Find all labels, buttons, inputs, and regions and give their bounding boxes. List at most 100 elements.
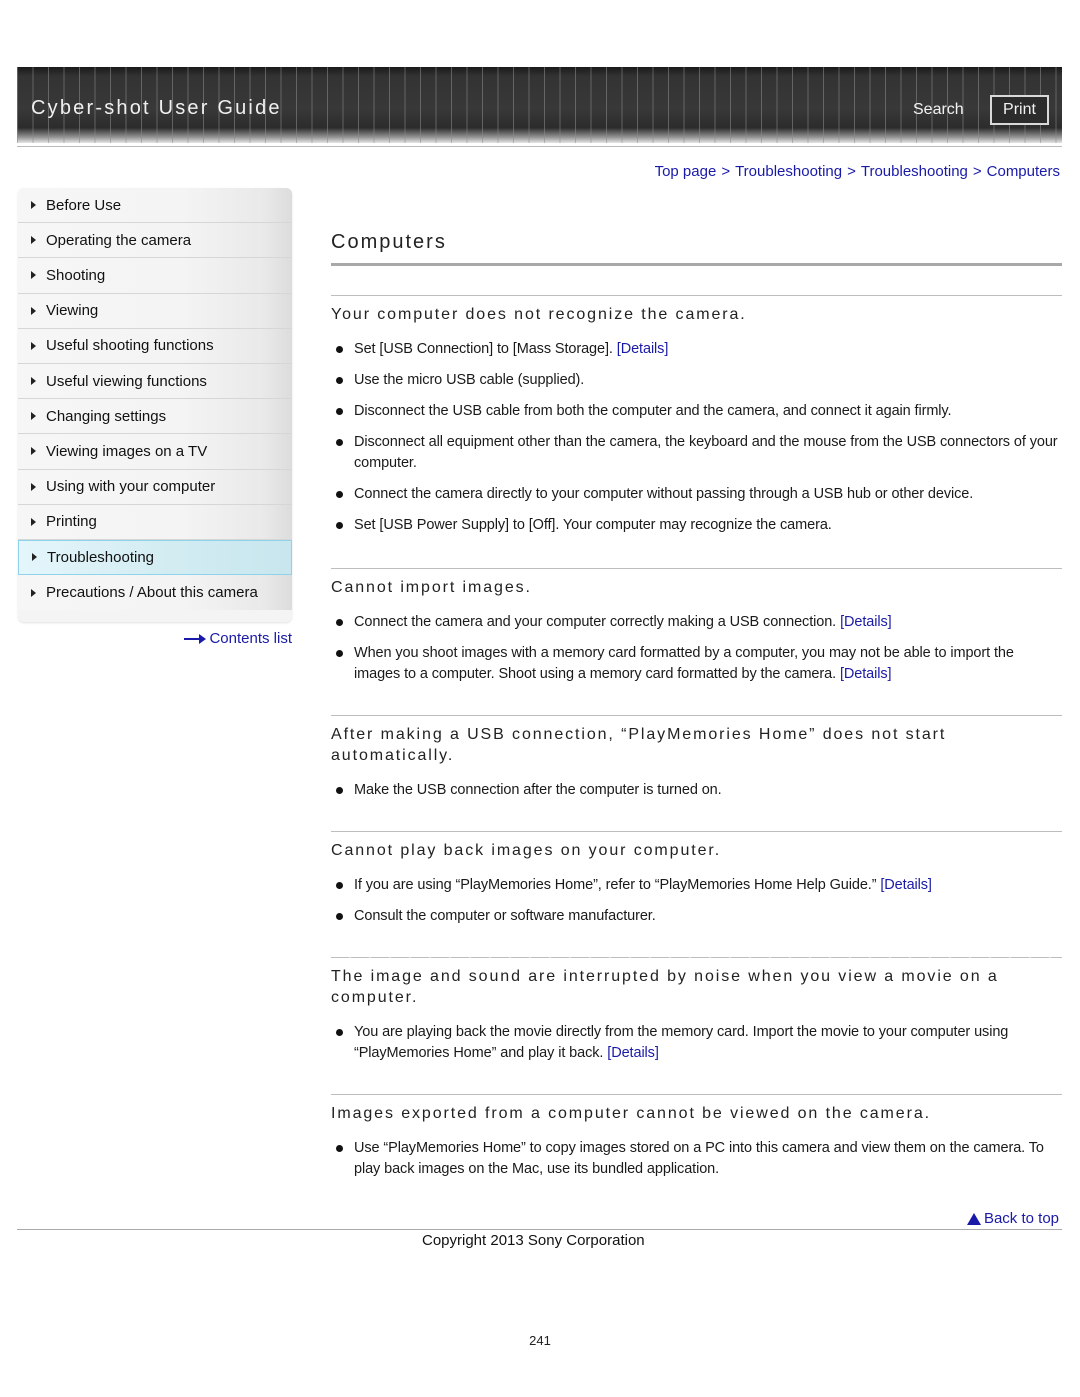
sidebar-item-shooting[interactable]: Shooting (18, 258, 292, 294)
arrow-right-icon (31, 341, 36, 350)
breadcrumb-computers[interactable]: Computers (987, 163, 1060, 180)
arrow-right-icon (184, 633, 207, 644)
list-item: If you are using “PlayMemories Home”, re… (331, 875, 1062, 896)
list-item: Use the micro USB cable (supplied). (331, 370, 1062, 391)
list-item: Connect the camera and your computer cor… (331, 612, 1062, 633)
breadcrumb-separator: > (972, 163, 982, 180)
search-button[interactable]: Search (913, 101, 964, 119)
arrow-right-icon (31, 482, 36, 491)
footer-divider (17, 1229, 1062, 1230)
arrow-right-icon (31, 412, 36, 421)
breadcrumb-separator: > (721, 163, 731, 180)
list-item-text: Connect the camera directly to your comp… (354, 486, 974, 502)
details-link[interactable]: [Details] (840, 614, 892, 630)
header-banner: Cyber-shot User Guide Search Print (17, 67, 1062, 143)
contents-list-label: Contents list (209, 630, 292, 647)
bullet-list: If you are using “PlayMemories Home”, re… (331, 875, 1062, 927)
sidebar-item-label: Before Use (46, 196, 122, 214)
page-title: Computers (331, 231, 447, 253)
bullet-list: Make the USB connection after the comput… (331, 780, 1062, 801)
bullet-list: Connect the camera and your computer cor… (331, 612, 1062, 685)
bullet-icon (336, 491, 343, 498)
faq-section: Images exported from a computer cannot b… (331, 1094, 1062, 1190)
sidebar-item-useful-shooting-functions[interactable]: Useful shooting functions (18, 328, 292, 364)
sidebar-item-label: Using with your computer (46, 478, 216, 496)
section-divider (331, 957, 1062, 958)
sidebar-item-label: Viewing images on a TV (46, 442, 208, 460)
back-to-top-link[interactable]: Back to top (966, 1210, 1059, 1227)
sidebar-item-using-with-your-computer[interactable]: Using with your computer (18, 469, 292, 505)
bullet-list: Use “PlayMemories Home” to copy images s… (331, 1138, 1062, 1180)
arrow-right-icon (32, 553, 37, 562)
section-divider (331, 831, 1062, 832)
sidebar-item-label: Shooting (46, 266, 106, 284)
print-button[interactable]: Print (990, 95, 1049, 125)
arrow-right-icon (31, 201, 36, 210)
arrow-right-icon (31, 447, 36, 456)
sidebar-item-label: Operating the camera (46, 231, 192, 249)
arrow-right-icon (31, 306, 36, 315)
bullet-icon (336, 1029, 343, 1036)
sidebar-item-printing[interactable]: Printing (18, 504, 292, 540)
list-item-text: When you shoot images with a memory card… (354, 645, 1014, 682)
sidebar-item-before-use[interactable]: Before Use (18, 188, 292, 224)
bullet-icon (336, 619, 343, 626)
list-item-text: Use the micro USB cable (supplied). (354, 372, 585, 388)
bullet-icon (336, 439, 343, 446)
sidebar-item-label: Troubleshooting (47, 548, 155, 566)
bullet-icon (336, 408, 343, 415)
list-item: Make the USB connection after the comput… (331, 780, 1062, 801)
list-item-text: You are playing back the movie directly … (354, 1024, 1009, 1061)
section-heading: After making a USB connection, “PlayMemo… (331, 726, 947, 764)
list-item-text: Use “PlayMemories Home” to copy images s… (354, 1140, 1044, 1177)
section-divider (331, 295, 1062, 296)
bullet-list: Set [USB Connection] to [Mass Storage]. … (331, 339, 1062, 536)
section-heading: The image and sound are interrupted by n… (331, 968, 999, 1006)
bullet-icon (336, 913, 343, 920)
back-to-top-label: Back to top (983, 1210, 1059, 1227)
list-item: When you shoot images with a memory card… (331, 643, 1062, 685)
list-item: Set [USB Power Supply] to [Off]. Your co… (331, 515, 1062, 536)
sidebar-item-viewing[interactable]: Viewing (18, 293, 292, 329)
list-item-text: Connect the camera and your computer cor… (354, 614, 837, 630)
list-item-text: If you are using “PlayMemories Home”, re… (354, 877, 877, 893)
site-title: Cyber-shot User Guide (31, 97, 282, 119)
breadcrumb-troubleshooting[interactable]: Troubleshooting (735, 163, 842, 180)
contents-list-link[interactable]: Contents list (184, 630, 292, 647)
section-heading: Images exported from a computer cannot b… (331, 1105, 931, 1122)
sidebar-item-changing-settings[interactable]: Changing settings (18, 399, 292, 435)
arrow-right-icon (31, 236, 36, 245)
faq-section: Cannot import images. Connect the camera… (331, 568, 1062, 695)
section-divider (331, 715, 1062, 716)
list-item-text: Set [USB Connection] to [Mass Storage]. (354, 341, 613, 357)
details-link[interactable]: [Details] (607, 1045, 659, 1061)
breadcrumb-top-page[interactable]: Top page (655, 163, 717, 180)
list-item: Disconnect all equipment other than the … (331, 432, 1062, 474)
arrow-right-icon (31, 588, 36, 597)
faq-section: The image and sound are interrupted by n… (331, 957, 1062, 1074)
section-heading: Your computer does not recognize the cam… (331, 306, 747, 323)
sidebar-item-useful-viewing-functions[interactable]: Useful viewing functions (18, 363, 292, 400)
sidebar-item-viewing-images-on-tv[interactable]: Viewing images on a TV (18, 434, 292, 470)
details-link[interactable]: [Details] (840, 666, 892, 682)
list-item-text: Disconnect all equipment other than the … (354, 434, 1058, 471)
sidebar-item-label: Useful shooting functions (46, 337, 214, 355)
list-item: Consult the computer or software manufac… (331, 906, 1062, 927)
sidebar-nav: Before Use Operating the camera Shooting… (18, 188, 292, 622)
sidebar-item-label: Useful viewing functions (46, 372, 207, 390)
faq-section: Cannot play back images on your computer… (331, 831, 1062, 937)
breadcrumb-troubleshooting-sub[interactable]: Troubleshooting (861, 163, 968, 180)
breadcrumb-separator: > (847, 163, 856, 180)
list-item: Use “PlayMemories Home” to copy images s… (331, 1138, 1062, 1180)
bullet-icon (336, 882, 343, 889)
sidebar-item-troubleshooting[interactable]: Troubleshooting (18, 539, 292, 576)
header-divider (17, 146, 1062, 147)
bullet-icon (336, 650, 343, 657)
details-link[interactable]: [Details] (880, 877, 932, 893)
sidebar-item-label: Precautions / About this camera (46, 584, 258, 602)
section-divider (331, 1094, 1062, 1095)
sidebar-item-precautions[interactable]: Precautions / About this camera (18, 575, 292, 611)
details-link[interactable]: [Details] (617, 341, 669, 357)
title-divider (331, 263, 1062, 266)
sidebar-item-operating-the-camera[interactable]: Operating the camera (18, 223, 292, 259)
